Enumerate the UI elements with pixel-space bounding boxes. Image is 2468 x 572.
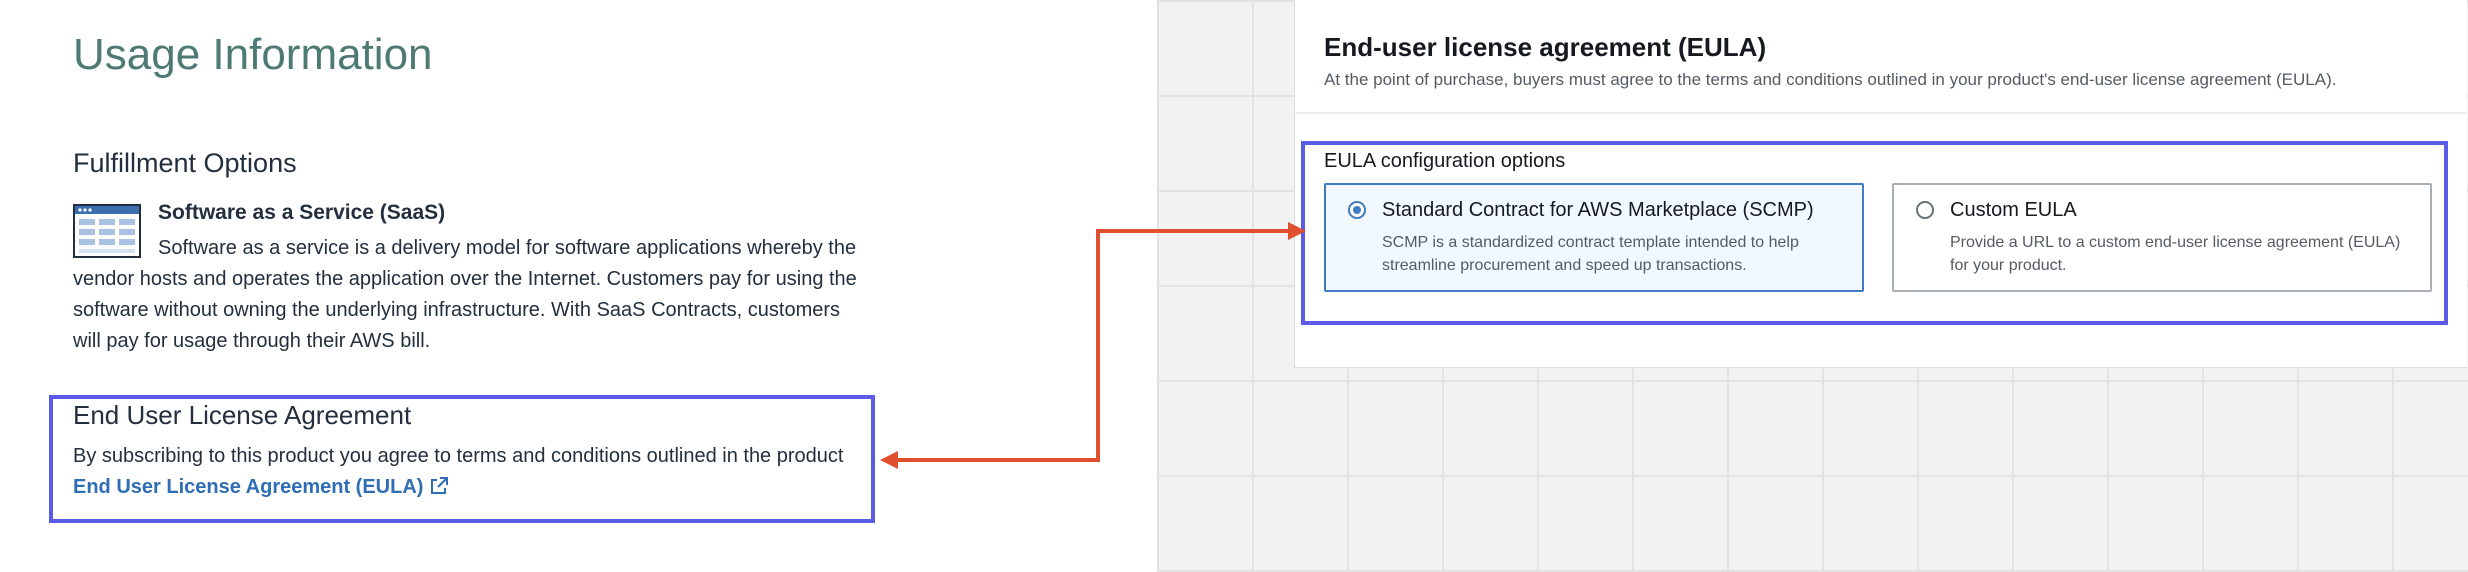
eula-link-label[interactable]: End User License Agreement (EULA) [73,476,423,498]
eula-card-title: End-user license agreement (EULA) [1324,32,1767,62]
external-link-icon [431,477,449,494]
eula-link[interactable]: End User License Agreement (EULA) [73,476,449,499]
eula-heading: End User License Agreement [73,400,412,430]
option-title: Custom EULA [1950,199,2077,221]
radio-unselected-icon[interactable] [1916,201,1934,219]
saas-description: Software as a service is a delivery mode… [73,237,857,352]
option-scmp[interactable]: Standard Contract for AWS Marketplace (S… [1324,183,1864,292]
option-custom-eula[interactable]: Custom EULA Provide a URL to a custom en… [1892,183,2432,292]
eula-card-description: At the point of purchase, buyers must ag… [1324,70,2337,89]
usage-information-panel: Usage Information Fulfillment Options So… [0,0,1157,572]
saas-title: Software as a Service (SaaS) [158,201,446,224]
fulfillment-options-heading: Fulfillment Options [73,148,297,178]
option-description: SCMP is a standardized contract template… [1382,234,1799,274]
option-title: Standard Contract for AWS Marketplace (S… [1382,199,1814,221]
card-divider [1294,112,2466,114]
eula-text: By subscribing to this product you agree… [73,445,844,467]
page-title: Usage Information [73,30,433,79]
option-description: Provide a URL to a custom end-user licen… [1950,234,2401,274]
config-options-label: EULA configuration options [1324,150,1566,172]
radio-selected-icon[interactable] [1348,201,1366,219]
